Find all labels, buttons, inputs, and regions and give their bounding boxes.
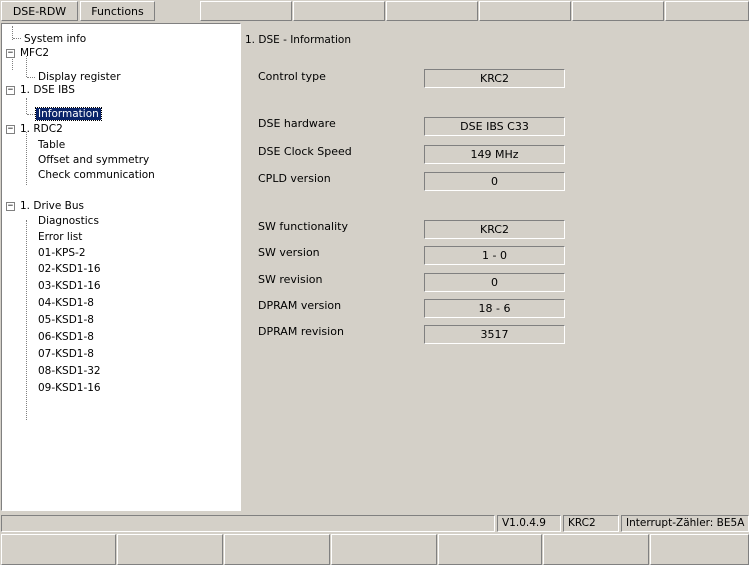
softkey-1[interactable]: [1, 534, 116, 565]
field-label: DSE Clock Speed: [258, 145, 352, 158]
tree-item-label: Offset and symmetry: [38, 154, 150, 166]
tree-item-mfc2[interactable]: MFC2: [18, 46, 51, 60]
tree-item-02-ksd1-16[interactable]: 02-KSD1-16: [36, 262, 103, 276]
sw-functionality-value: KRC2: [424, 220, 565, 239]
tab-functions[interactable]: Functions: [80, 1, 155, 21]
collapse-icon[interactable]: −: [6, 125, 15, 134]
field-label: Control type: [258, 70, 326, 83]
cpld-version-value: 0: [424, 172, 565, 191]
tree-item-check-communication[interactable]: Check communication: [36, 168, 157, 182]
tree-item-label: Information: [35, 107, 102, 121]
tree-item-table[interactable]: Table: [36, 138, 67, 152]
tree-connector: [26, 132, 27, 185]
tree-item-03-ksd1-16[interactable]: 03-KSD1-16: [36, 279, 103, 293]
collapse-icon[interactable]: −: [6, 49, 15, 58]
tree-item-label: Check communication: [38, 169, 155, 181]
tree-item-label: 1. DSE IBS: [20, 84, 75, 96]
tab-empty-2[interactable]: [293, 1, 385, 21]
collapse-icon[interactable]: −: [6, 202, 15, 211]
dse-hardware-value: DSE IBS C33: [424, 117, 565, 136]
tree-item-label: 04-KSD1-8: [38, 297, 94, 309]
sw-revision-value: 0: [424, 273, 565, 292]
tab-dse-rdw[interactable]: DSE-RDW: [1, 1, 78, 21]
tree-item-information[interactable]: Information: [35, 107, 102, 121]
tree-item-label: 1. RDC2: [20, 123, 63, 135]
navigation-tree[interactable]: System info − MFC2 Display register − 1.…: [1, 23, 241, 511]
dpram-version-value: 18 - 6: [424, 299, 565, 318]
tree-item-label: 09-KSD1-16: [38, 382, 101, 394]
tab-empty-1[interactable]: [200, 1, 292, 21]
tree-item-display-register[interactable]: Display register: [36, 70, 123, 84]
dse-clock-speed-value: 149 MHz: [424, 145, 565, 164]
tree-item-08-ksd1-32[interactable]: 08-KSD1-32: [36, 364, 103, 378]
tree-item-dse-ibs[interactable]: 1. DSE IBS: [18, 83, 77, 97]
tab-empty-5[interactable]: [572, 1, 664, 21]
tree-connector: [13, 38, 21, 39]
tree-item-label: Table: [38, 139, 66, 151]
status-message: [1, 515, 495, 532]
tree-item-label: 06-KSD1-8: [38, 331, 94, 343]
tree-item-label: 01-KPS-2: [38, 247, 86, 259]
tree-connector: [26, 98, 27, 114]
tree-item-label: 08-KSD1-32: [38, 365, 101, 377]
softkey-2[interactable]: [117, 534, 223, 565]
tree-item-label: System info: [24, 33, 87, 45]
status-controller: KRC2: [563, 515, 619, 532]
field-label: SW version: [258, 246, 320, 259]
tree-item-label: 03-KSD1-16: [38, 280, 101, 292]
tree-item-label: Display register: [38, 71, 121, 83]
sw-version-value: 1 - 0: [424, 246, 565, 265]
softkey-5[interactable]: [438, 534, 542, 565]
softkey-4[interactable]: [331, 534, 437, 565]
tree-item-label: 02-KSD1-16: [38, 263, 101, 275]
softkey-3[interactable]: [224, 534, 330, 565]
softkey-7[interactable]: [650, 534, 749, 565]
tree-item-drive-bus[interactable]: 1. Drive Bus: [18, 199, 86, 213]
dpram-revision-value: 3517: [424, 325, 565, 344]
panel-title: 1. DSE - Information: [245, 34, 351, 46]
tree-connector: [27, 77, 35, 78]
tree-item-label: Diagnostics: [38, 215, 99, 227]
field-label: CPLD version: [258, 172, 331, 185]
tab-empty-3[interactable]: [386, 1, 478, 21]
tree-item-rdc2[interactable]: 1. RDC2: [18, 122, 65, 136]
tree-item-label: MFC2: [20, 47, 50, 59]
tree-connector: [12, 56, 13, 70]
tree-item-label: 05-KSD1-8: [38, 314, 94, 326]
status-bar: V1.0.4.9 KRC2 Interrupt-Zähler: BE5A: [0, 514, 749, 533]
status-interrupt-counter: Interrupt-Zähler: BE5A: [621, 515, 749, 532]
tree-connector: [27, 114, 35, 115]
tree-item-label: Error list: [38, 231, 83, 243]
tree-item-05-ksd1-8[interactable]: 05-KSD1-8: [36, 313, 96, 327]
tab-empty-6[interactable]: [665, 1, 749, 21]
tree-item-01-kps-2[interactable]: 01-KPS-2: [36, 246, 88, 260]
tree-item-offset-symmetry[interactable]: Offset and symmetry: [36, 153, 151, 167]
tree-item-07-ksd1-8[interactable]: 07-KSD1-8: [36, 347, 96, 361]
top-tab-bar: DSE-RDW Functions: [0, 0, 749, 22]
field-label: DPRAM version: [258, 299, 342, 312]
field-label: SW revision: [258, 273, 323, 286]
tree-item-06-ksd1-8[interactable]: 06-KSD1-8: [36, 330, 96, 344]
softkey-6[interactable]: [543, 534, 649, 565]
tree-item-diagnostics[interactable]: Diagnostics: [36, 214, 101, 228]
tree-item-04-ksd1-8[interactable]: 04-KSD1-8: [36, 296, 96, 310]
tree-item-error-list[interactable]: Error list: [36, 230, 84, 244]
tree-item-09-ksd1-16[interactable]: 09-KSD1-16: [36, 381, 103, 395]
tab-empty-4[interactable]: [479, 1, 571, 21]
tree-item-system-info[interactable]: System info: [22, 32, 88, 46]
tree-connector: [26, 220, 27, 420]
field-label: SW functionality: [258, 220, 348, 233]
tree-item-label: 07-KSD1-8: [38, 348, 94, 360]
tree-item-label: 1. Drive Bus: [20, 200, 85, 212]
field-label: DSE hardware: [258, 117, 336, 130]
field-label: DPRAM revision: [258, 325, 344, 338]
collapse-icon[interactable]: −: [6, 86, 15, 95]
softkey-bar: [0, 534, 749, 565]
control-type-value: KRC2: [424, 69, 565, 88]
status-version: V1.0.4.9: [497, 515, 561, 532]
